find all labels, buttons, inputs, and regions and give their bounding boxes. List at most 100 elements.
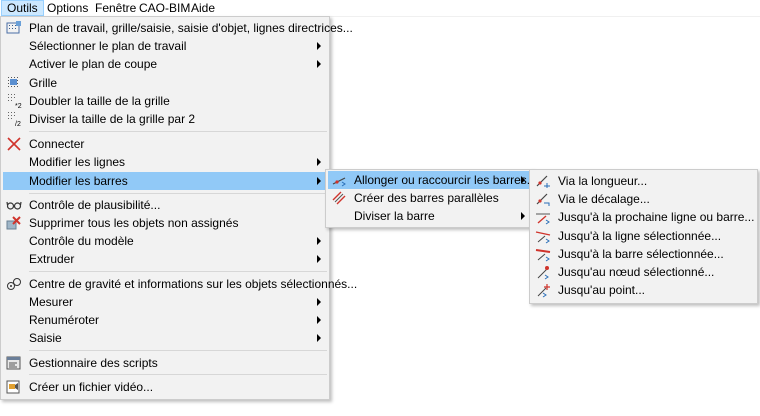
to-selected-member-icon [535,246,551,262]
menu-item-to-selected-line[interactable]: Jusqu'à la ligne sélectionnée... [532,227,755,245]
menu-item-label: Jusqu'à la ligne sélectionnée... [558,229,722,243]
connect-cross-icon [6,136,22,152]
menu-item-label: Allonger ou raccourcir les barres... [354,173,537,187]
script-manager-icon [6,355,22,371]
menu-item-label: Diviser la taille de la grille par 2 [29,112,196,126]
menu-item-label: Contrôle du modèle [29,234,134,248]
center-of-gravity-icon [6,276,22,292]
menu-separator [29,193,327,194]
svg-text:/2: /2 [15,121,21,127]
menu-item-label: Jusqu'à la barre sélectionnée... [558,247,724,261]
video-file-icon [6,379,22,395]
menu-item-by-length[interactable]: Via la longueur... [532,172,755,190]
menu-item-label: Centre de gravité et informations sur le… [29,277,358,291]
by-offset-icon [535,191,551,207]
submenu-arrow-icon [317,60,321,68]
submenu-arrow-icon [317,298,321,306]
menu-item-center-gravity[interactable]: Centre de gravité et informations sur le… [3,275,357,293]
menu-item-to-point[interactable]: Jusqu'au point... [532,281,755,299]
menu-item-divide-member[interactable]: Diviser la barre [328,207,531,225]
menu-item-plausibility[interactable]: Contrôle de plausibilité... [3,196,327,214]
menu-item-label: Jusqu'à la prochaine ligne ou barre... [558,210,755,224]
menu-item-label: Modifier les lignes [29,155,126,169]
menu-item-measure[interactable]: Mesurer [3,293,327,311]
menu-item-label: Supprimer tous les objets non assignés [29,216,239,230]
menu-item-half-grid[interactable]: /2 Diviser la taille de la grille par 2 [3,110,327,128]
svg-text:*2: *2 [15,103,22,109]
menu-item-label: Plan de travail, grille/saisie, saisie d… [29,21,353,35]
submenu-arrow-icon [317,42,321,50]
glasses-icon [6,197,22,213]
outils-menu: Plan de travail, grille/saisie, saisie d… [0,16,357,400]
menu-item-grid[interactable]: Grille [3,74,327,92]
menu-item-label: Extruder [29,252,75,266]
submenu-arrow-icon [317,158,321,166]
submenu-arrow-icon [521,176,525,184]
menu-item-section-plane[interactable]: Activer le plan de coupe [3,55,327,73]
menu-item-modify-members[interactable]: Modifier les barres [3,172,327,190]
menu-bar: Outils Options Fenêtre CAO-BIM Aide [0,0,760,17]
menu-item-label: Saisie [29,331,62,345]
menu-item-create-video[interactable]: Créer un fichier vidéo... [3,378,327,396]
delete-unassigned-icon [6,215,22,231]
to-selected-node-icon [535,264,551,280]
menu-item-workplane[interactable]: Plan de travail, grille/saisie, saisie d… [3,19,353,37]
menu-item-to-selected-node[interactable]: Jusqu'au nœud sélectionné... [532,263,755,281]
menu-item-to-next-line[interactable]: Jusqu'à la prochaine ligne ou barre... [532,208,755,226]
grid-half-icon: /2 [6,111,22,127]
menu-item-extrude[interactable]: Extruder [3,250,327,268]
barres-submenu: Allonger ou raccourcir les barres... Cré… [325,169,537,228]
menu-item-label: Activer le plan de coupe [29,57,158,71]
menu-item-label: Via le décalage... [558,192,650,206]
menu-item-label: Gestionnaire des scripts [29,356,158,370]
menu-item-label: Sélectionner le plan de travail [29,39,187,53]
menu-item-label: Contrôle de plausibilité... [29,198,161,212]
menu-item-script-manager[interactable]: Gestionnaire des scripts [3,354,327,372]
parallel-members-icon [331,190,347,206]
submenu-arrow-icon [317,237,321,245]
menu-separator [29,271,327,272]
by-length-icon [535,173,551,189]
menu-item-label: Jusqu'au point... [558,283,646,297]
menu-item-label: Créer des barres parallèles [354,191,499,205]
menu-item-label: Créer un fichier vidéo... [29,380,154,394]
menu-item-select-workplane[interactable]: Sélectionner le plan de travail [3,37,327,55]
submenu-arrow-icon [317,255,321,263]
submenu-arrow-icon [317,334,321,342]
menu-item-label: Renuméroter [29,313,100,327]
to-next-line-icon [535,209,551,225]
menu-item-by-offset[interactable]: Via le décalage... [532,190,755,208]
menu-item-label: Jusqu'au nœud sélectionné... [558,265,715,279]
menu-item-label: Mesurer [29,295,74,309]
menu-outils[interactable]: Outils [1,0,44,16]
menu-item-label: Diviser la barre [354,209,435,223]
menu-item-connect[interactable]: Connecter [3,135,327,153]
to-selected-line-icon [535,228,551,244]
menu-item-input[interactable]: Saisie [3,329,327,347]
menu-separator [29,374,327,375]
menu-item-parallel-members[interactable]: Créer des barres parallèles [328,189,531,207]
menu-options[interactable]: Options [42,0,93,16]
submenu-arrow-icon [317,177,321,185]
extend-member-icon [331,172,347,188]
menu-item-modify-lines[interactable]: Modifier les lignes [3,153,327,171]
menu-item-model-check[interactable]: Contrôle du modèle [3,232,327,250]
menu-separator [29,131,327,132]
menu-item-to-selected-member[interactable]: Jusqu'à la barre sélectionnée... [532,245,755,263]
to-point-icon [535,282,551,298]
menu-item-extend-members[interactable]: Allonger ou raccourcir les barres... [328,171,537,189]
submenu-arrow-icon [317,316,321,324]
workplane-grid-icon [6,20,22,36]
menu-item-label: Doubler la taille de la grille [29,94,170,108]
submenu-arrow-icon [521,212,525,220]
menu-item-label: Modifier les barres [29,174,128,188]
menu-item-label: Via la longueur... [558,174,648,188]
menu-item-delete-unassigned[interactable]: Supprimer tous les objets non assignés [3,214,327,232]
menu-aide[interactable]: Aide [186,0,220,16]
allonger-submenu: Via la longueur... Via le décalage... Ju… [529,169,758,304]
grid-icon [6,75,22,91]
menu-separator [29,350,327,351]
menu-item-double-grid[interactable]: *2 Doubler la taille de la grille [3,92,327,110]
grid-double-icon: *2 [6,93,22,109]
menu-item-renumber[interactable]: Renuméroter [3,311,327,329]
